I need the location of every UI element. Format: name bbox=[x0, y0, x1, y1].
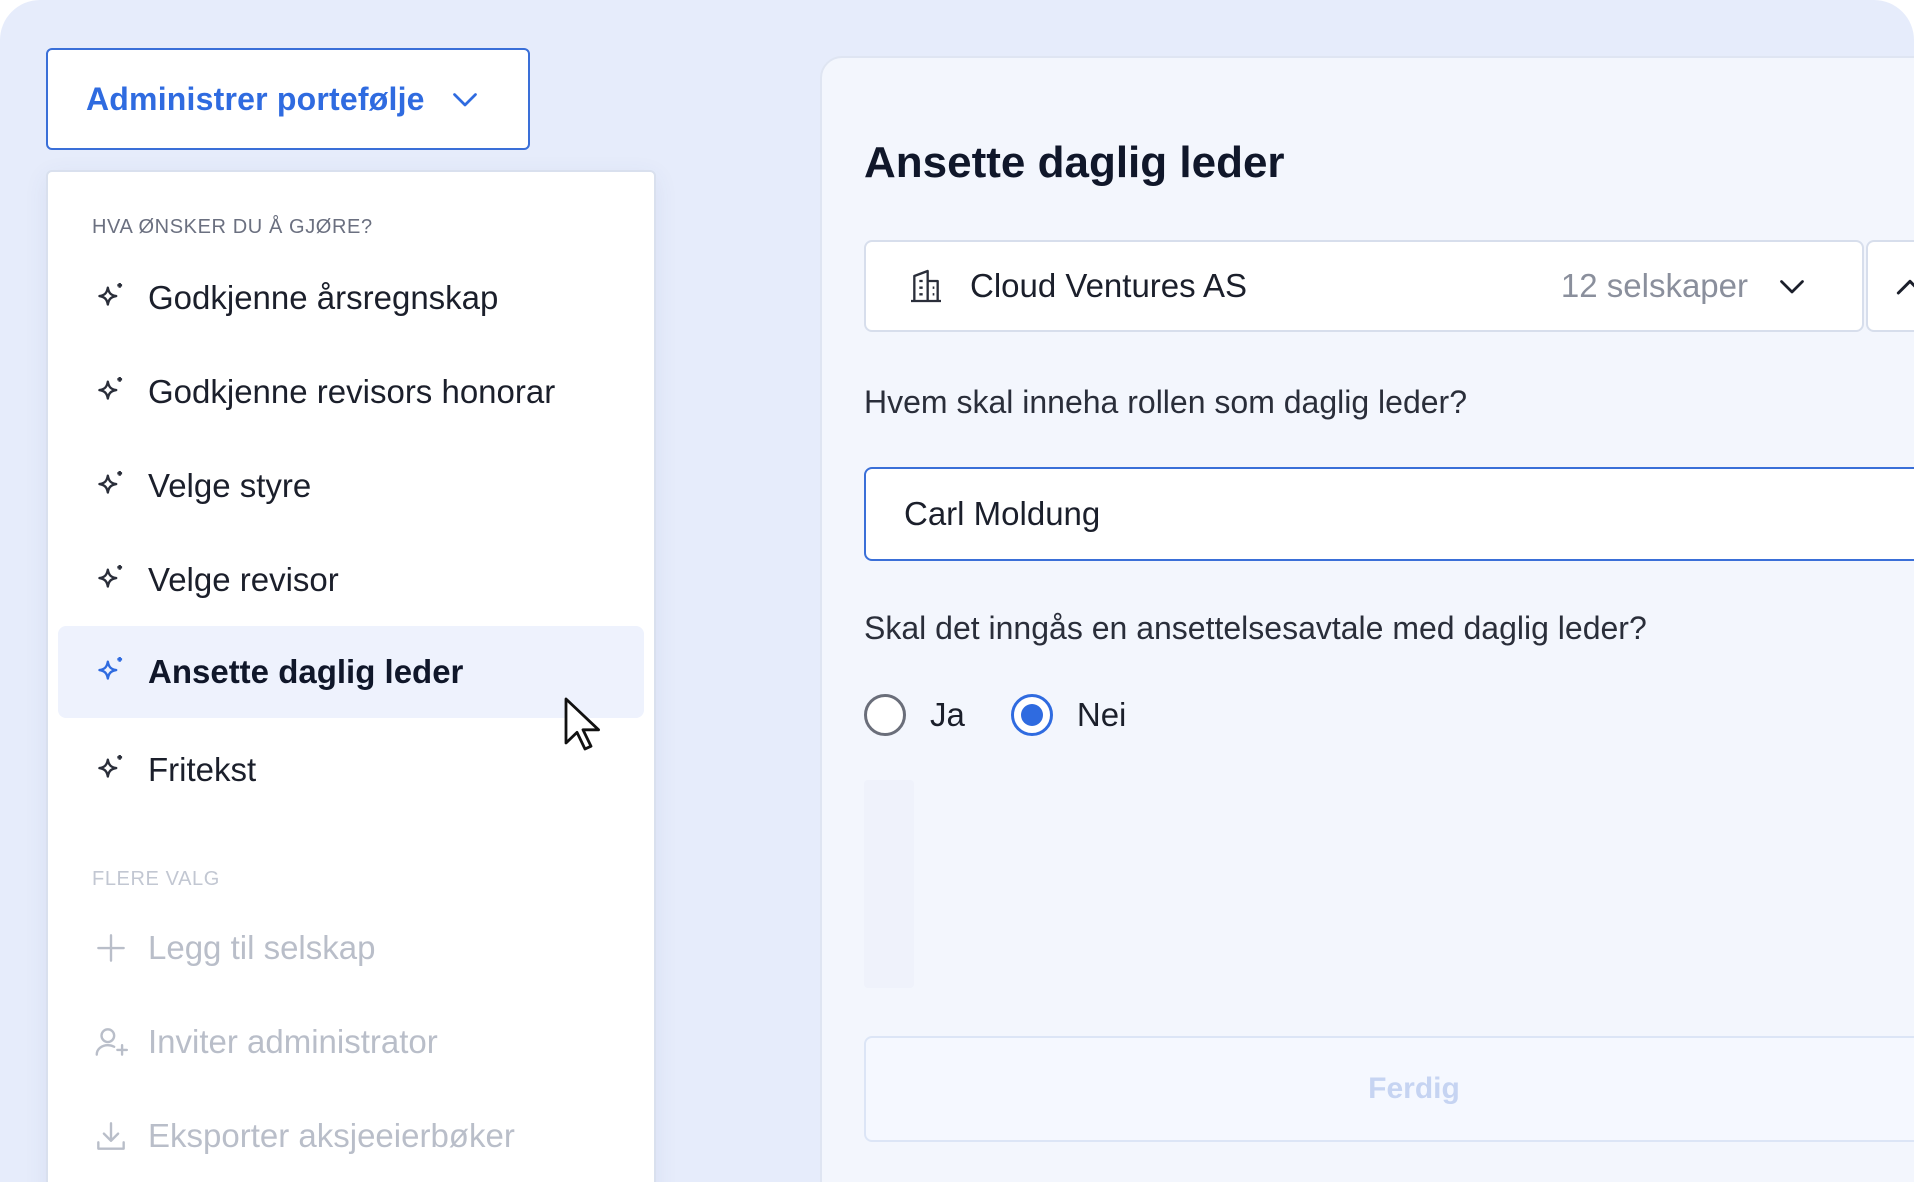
sparkle-icon bbox=[98, 282, 123, 306]
building-icon bbox=[911, 269, 941, 303]
download-icon bbox=[97, 1122, 125, 1150]
app-canvas: Administrer portefølje HVA ØNSKER DU Å G… bbox=[0, 0, 1914, 1182]
sparkle-icon bbox=[98, 656, 123, 680]
menu-item-elect-board[interactable]: Velge styre bbox=[58, 440, 644, 532]
section-heading-more: FLERE VALG bbox=[92, 868, 220, 890]
company-select[interactable]: Cloud Ventures AS 12 selskaper bbox=[864, 240, 1864, 332]
sparkle-icon bbox=[98, 376, 123, 400]
menu-item-label: Velge styre bbox=[148, 467, 312, 504]
admin-menu-panel: HVA ØNSKER DU Å GJØRE? Godkjenne årsregn… bbox=[46, 170, 656, 1182]
radio-no-label: Nei bbox=[1076, 696, 1127, 733]
collapse-button[interactable] bbox=[1866, 240, 1914, 332]
menu-item-approve-auditor-fee[interactable]: Godkjenne revisors honorar bbox=[58, 346, 644, 438]
done-button-label: Ferdig bbox=[1368, 1072, 1460, 1105]
form-card: Ansette daglig leder Cloud Ventures AS 1… bbox=[820, 56, 1914, 1182]
menu-item-free-text[interactable]: Fritekst bbox=[58, 724, 644, 816]
chevron-down-icon bbox=[1780, 280, 1804, 294]
menu-item-export-shareholder-registers[interactable]: Eksporter aksjeeierbøker bbox=[58, 1090, 644, 1182]
menu-item-label: Godkjenne årsregnskap bbox=[148, 279, 499, 316]
done-button[interactable]: Ferdig bbox=[864, 1036, 1914, 1142]
form-title: Ansette daglig leder bbox=[864, 138, 1285, 187]
general-manager-name-input[interactable] bbox=[864, 467, 1914, 561]
chevron-up-icon bbox=[1896, 279, 1914, 295]
menu-item-label: Legg til selskap bbox=[148, 929, 376, 966]
menu-item-invite-admin[interactable]: Inviter administrator bbox=[58, 996, 644, 1088]
section-heading-actions: HVA ØNSKER DU Å GJØRE? bbox=[92, 216, 373, 238]
company-name: Cloud Ventures AS bbox=[970, 267, 1248, 304]
loading-placeholder bbox=[864, 780, 914, 988]
admin-portfolio-label: Administrer portefølje bbox=[86, 80, 425, 117]
menu-item-label: Ansette daglig leder bbox=[148, 653, 464, 690]
sparkle-icon bbox=[98, 564, 123, 588]
chevron-down-icon bbox=[452, 93, 477, 107]
radio-yes[interactable] bbox=[864, 694, 906, 736]
menu-item-label: Inviter administrator bbox=[148, 1023, 438, 1060]
menu-item-label: Eksporter aksjeeierbøker bbox=[148, 1117, 515, 1154]
user-add-icon bbox=[95, 1028, 129, 1056]
radio-no[interactable] bbox=[1010, 694, 1053, 736]
menu-item-elect-auditor[interactable]: Velge revisor bbox=[58, 534, 644, 626]
plus-icon bbox=[97, 934, 125, 962]
sparkle-icon bbox=[98, 754, 123, 778]
role-question-label: Hvem skal inneha rollen som daglig leder… bbox=[864, 384, 1467, 420]
contract-radio-group: Ja Nei bbox=[864, 694, 1126, 736]
menu-item-approve-annual-accounts[interactable]: Godkjenne årsregnskap bbox=[58, 252, 644, 344]
menu-item-hire-general-manager[interactable]: Ansette daglig leder bbox=[58, 626, 644, 718]
menu-item-label: Godkjenne revisors honorar bbox=[148, 373, 556, 410]
menu-item-label: Fritekst bbox=[148, 751, 257, 788]
company-count: 12 selskaper bbox=[1560, 267, 1748, 304]
admin-portfolio-dropdown[interactable]: Administrer portefølje bbox=[46, 48, 530, 150]
sparkle-icon bbox=[98, 470, 123, 494]
menu-item-add-company[interactable]: Legg til selskap bbox=[58, 902, 644, 994]
mouse-pointer-icon bbox=[564, 697, 600, 751]
contract-question-label: Skal det inngås en ansettelsesavtale med… bbox=[864, 610, 1647, 646]
menu-item-label: Velge revisor bbox=[148, 561, 339, 598]
radio-yes-label: Ja bbox=[930, 696, 965, 733]
